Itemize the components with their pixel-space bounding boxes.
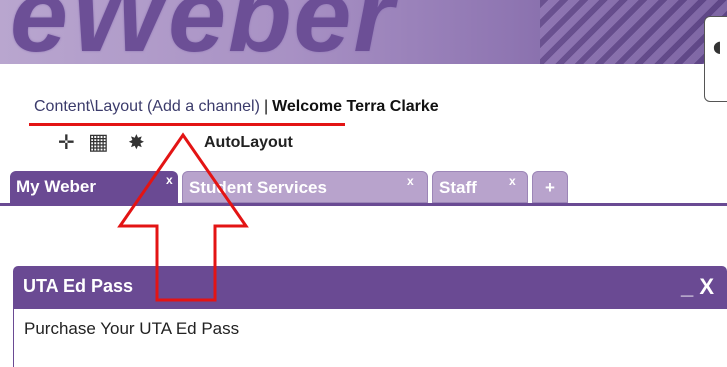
move-icon[interactable]: ✛ [58,130,75,154]
header-separator: | [263,98,269,115]
tab-staff[interactable]: Staff x [432,171,528,203]
banner-decoration [540,0,727,64]
channel-link[interactable]: Purchase Your UTA Ed Pass [24,319,239,339]
channel-body: Purchase Your UTA Ed Pass [13,309,727,367]
plus-icon: + [545,178,555,197]
channel-uta-ed-pass: UTA Ed Pass _ X Purchase Your UTA Ed Pas… [13,266,727,367]
autolayout-icon[interactable]: ✸ [128,130,145,154]
corner-widget[interactable]: ◖ [704,16,727,102]
autolayout-label[interactable]: AutoLayout [204,134,293,152]
channel-controls[interactable]: _ X [681,274,714,300]
tab-label: My Weber [16,177,96,196]
grid-icon[interactable]: ▦ [88,130,109,155]
tab-underline [0,203,727,206]
channel-title: UTA Ed Pass [23,276,134,296]
tab-label: Student Services [189,178,327,197]
banner: eWeber [0,0,727,64]
tab-bar: My Weber x Student Services x Staff x + [0,171,727,206]
close-icon[interactable]: x [166,173,173,187]
channel-header[interactable]: UTA Ed Pass _ X [13,266,727,309]
welcome-text: Welcome Terra Clarke [272,98,439,115]
content-layout-link[interactable]: Content\Layout (Add a channel) [34,98,260,115]
eweber-logo: eWeber [10,0,396,64]
tab-student-services[interactable]: Student Services x [182,171,428,203]
add-tab-button[interactable]: + [532,171,568,203]
corner-icon: ◖ [713,37,722,56]
header-links: Content\Layout (Add a channel) | Welcome T… [34,98,439,116]
close-icon[interactable]: x [509,174,516,188]
annotation-underline [29,123,345,126]
tab-my-weber[interactable]: My Weber x [10,171,178,203]
tab-label: Staff [439,178,477,197]
close-icon[interactable]: x [407,174,414,188]
